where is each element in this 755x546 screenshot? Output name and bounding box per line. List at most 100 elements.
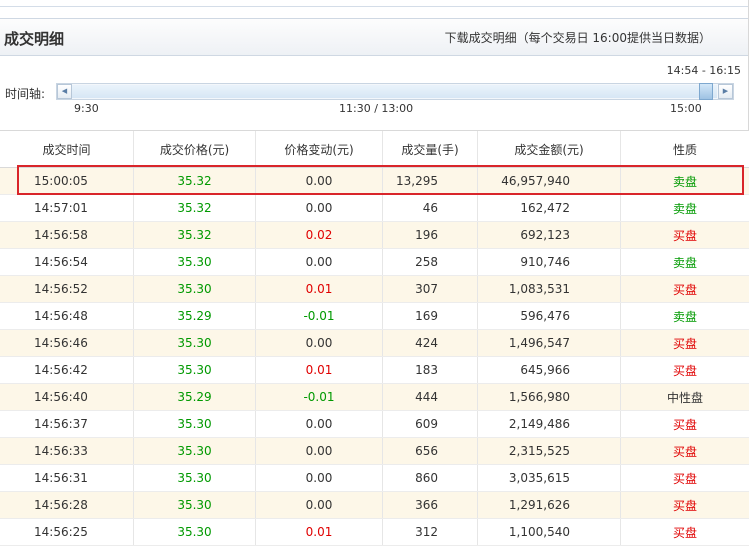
cell-volume: 444 — [383, 384, 478, 410]
timeline-slider[interactable]: ◀ ▶ — [56, 83, 734, 100]
cell-time: 14:56:54 — [0, 249, 134, 275]
cell-price: 35.30 — [134, 276, 256, 302]
cell-time: 14:56:48 — [0, 303, 134, 329]
cell-change: 0.00 — [256, 249, 383, 275]
cell-volume: 424 — [383, 330, 478, 356]
cell-nature: 卖盘 — [672, 174, 697, 189]
cell-change: 0.02 — [256, 222, 383, 248]
table-row: 14:56:31 35.30 0.00 860 3,035,615 买盘 — [0, 465, 749, 492]
cell-amount: 692,123 — [478, 222, 621, 248]
cell-nature: 买盘 — [672, 282, 697, 297]
cell-change: 0.00 — [256, 438, 383, 464]
cell-amount: 645,966 — [478, 357, 621, 383]
cell-price: 35.29 — [134, 384, 256, 410]
column-header-price: 成交价格(元) — [134, 131, 256, 167]
cell-amount: 1,566,980 — [478, 384, 621, 410]
cell-nature: 买盘 — [672, 363, 697, 378]
table-row: 14:56:28 35.30 0.00 366 1,291,626 买盘 — [0, 492, 749, 519]
right-panel-edge — [748, 0, 755, 537]
cell-amount: 162,472 — [478, 195, 621, 221]
time-range-label: 14:54 - 16:15 — [666, 64, 741, 77]
cell-price: 35.32 — [134, 195, 256, 221]
section-header: 成交明细 下载成交明细（每个交易日 16:00提供当日数据） — [0, 18, 748, 56]
column-header-amount: 成交金额(元) — [478, 131, 621, 167]
timeline-tick-midday: 11:30 / 13:00 — [339, 102, 414, 115]
cell-price: 35.30 — [134, 465, 256, 491]
cell-volume: 13,295 — [383, 168, 478, 194]
cell-volume: 196 — [383, 222, 478, 248]
cell-amount: 1,496,547 — [478, 330, 621, 356]
cell-amount: 2,149,486 — [478, 411, 621, 437]
scroll-right-icon[interactable]: ▶ — [718, 84, 733, 99]
cell-amount: 46,957,940 — [478, 168, 621, 194]
cell-volume: 258 — [383, 249, 478, 275]
cell-time: 14:57:01 — [0, 195, 134, 221]
slider-thumb[interactable] — [699, 83, 713, 100]
table-row: 15:00:05 35.32 0.00 13,295 46,957,940 卖盘 — [0, 168, 749, 195]
cell-amount: 910,746 — [478, 249, 621, 275]
cell-change: 0.00 — [256, 411, 383, 437]
slider-track[interactable] — [72, 85, 717, 98]
cell-time: 14:56:28 — [0, 492, 134, 518]
cell-amount: 2,315,525 — [478, 438, 621, 464]
table-row: 14:56:37 35.30 0.00 609 2,149,486 买盘 — [0, 411, 749, 438]
cell-volume: 656 — [383, 438, 478, 464]
cell-volume: 860 — [383, 465, 478, 491]
cell-nature: 卖盘 — [672, 309, 697, 324]
cell-change: 0.00 — [256, 465, 383, 491]
timeline-tick-open: 9:30 — [74, 102, 99, 115]
table-row: 14:56:46 35.30 0.00 424 1,496,547 买盘 — [0, 330, 749, 357]
table-row: 14:56:58 35.32 0.02 196 692,123 买盘 — [0, 222, 749, 249]
column-header-nature: 性质 — [672, 142, 697, 157]
cell-price: 35.30 — [134, 411, 256, 437]
table-row: 14:56:54 35.30 0.00 258 910,746 卖盘 — [0, 249, 749, 276]
top-divider — [0, 0, 755, 7]
cell-nature: 买盘 — [672, 444, 697, 459]
cell-time: 14:56:52 — [0, 276, 134, 302]
timeline-label: 时间轴: — [5, 87, 46, 101]
cell-change: -0.01 — [256, 303, 383, 329]
cell-volume: 169 — [383, 303, 478, 329]
cell-nature: 买盘 — [672, 498, 697, 513]
cell-amount: 596,476 — [478, 303, 621, 329]
column-header-volume: 成交量(手) — [383, 131, 478, 167]
cell-change: 0.00 — [256, 168, 383, 194]
cell-amount: 1,291,626 — [478, 492, 621, 518]
column-header-change: 价格变动(元) — [256, 131, 383, 167]
download-link[interactable]: 下载成交明细（每个交易日 16:00提供当日数据） — [445, 29, 711, 46]
cell-volume: 312 — [383, 519, 478, 545]
cell-time: 15:00:05 — [0, 168, 134, 194]
cell-time: 14:56:25 — [0, 519, 134, 545]
cell-price: 35.29 — [134, 303, 256, 329]
cell-time: 14:56:46 — [0, 330, 134, 356]
table-row: 14:56:42 35.30 0.01 183 645,966 买盘 — [0, 357, 749, 384]
cell-nature: 买盘 — [672, 525, 697, 540]
cell-price: 35.32 — [134, 168, 256, 194]
cell-amount: 3,035,615 — [478, 465, 621, 491]
cell-amount: 1,083,531 — [478, 276, 621, 302]
cell-volume: 366 — [383, 492, 478, 518]
cell-change: 0.01 — [256, 276, 383, 302]
cell-price: 35.30 — [134, 438, 256, 464]
cell-nature: 买盘 — [672, 417, 697, 432]
scroll-left-icon[interactable]: ◀ — [57, 84, 72, 99]
cell-price: 35.32 — [134, 222, 256, 248]
table-row: 14:57:01 35.32 0.00 46 162,472 卖盘 — [0, 195, 749, 222]
cell-price: 35.30 — [134, 330, 256, 356]
cell-change: -0.01 — [256, 384, 383, 410]
cell-amount: 1,100,540 — [478, 519, 621, 545]
cell-time: 14:56:42 — [0, 357, 134, 383]
cell-price: 35.30 — [134, 249, 256, 275]
cell-time: 14:56:40 — [0, 384, 134, 410]
cell-nature: 中性盘 — [666, 390, 703, 405]
cell-volume: 183 — [383, 357, 478, 383]
cell-change: 0.00 — [256, 330, 383, 356]
cell-change: 0.01 — [256, 357, 383, 383]
column-header-time: 成交时间 — [0, 131, 134, 167]
cell-price: 35.30 — [134, 492, 256, 518]
cell-time: 14:56:37 — [0, 411, 134, 437]
page-title: 成交明细 — [4, 30, 65, 48]
cell-time: 14:56:33 — [0, 438, 134, 464]
cell-volume: 307 — [383, 276, 478, 302]
cell-time: 14:56:58 — [0, 222, 134, 248]
